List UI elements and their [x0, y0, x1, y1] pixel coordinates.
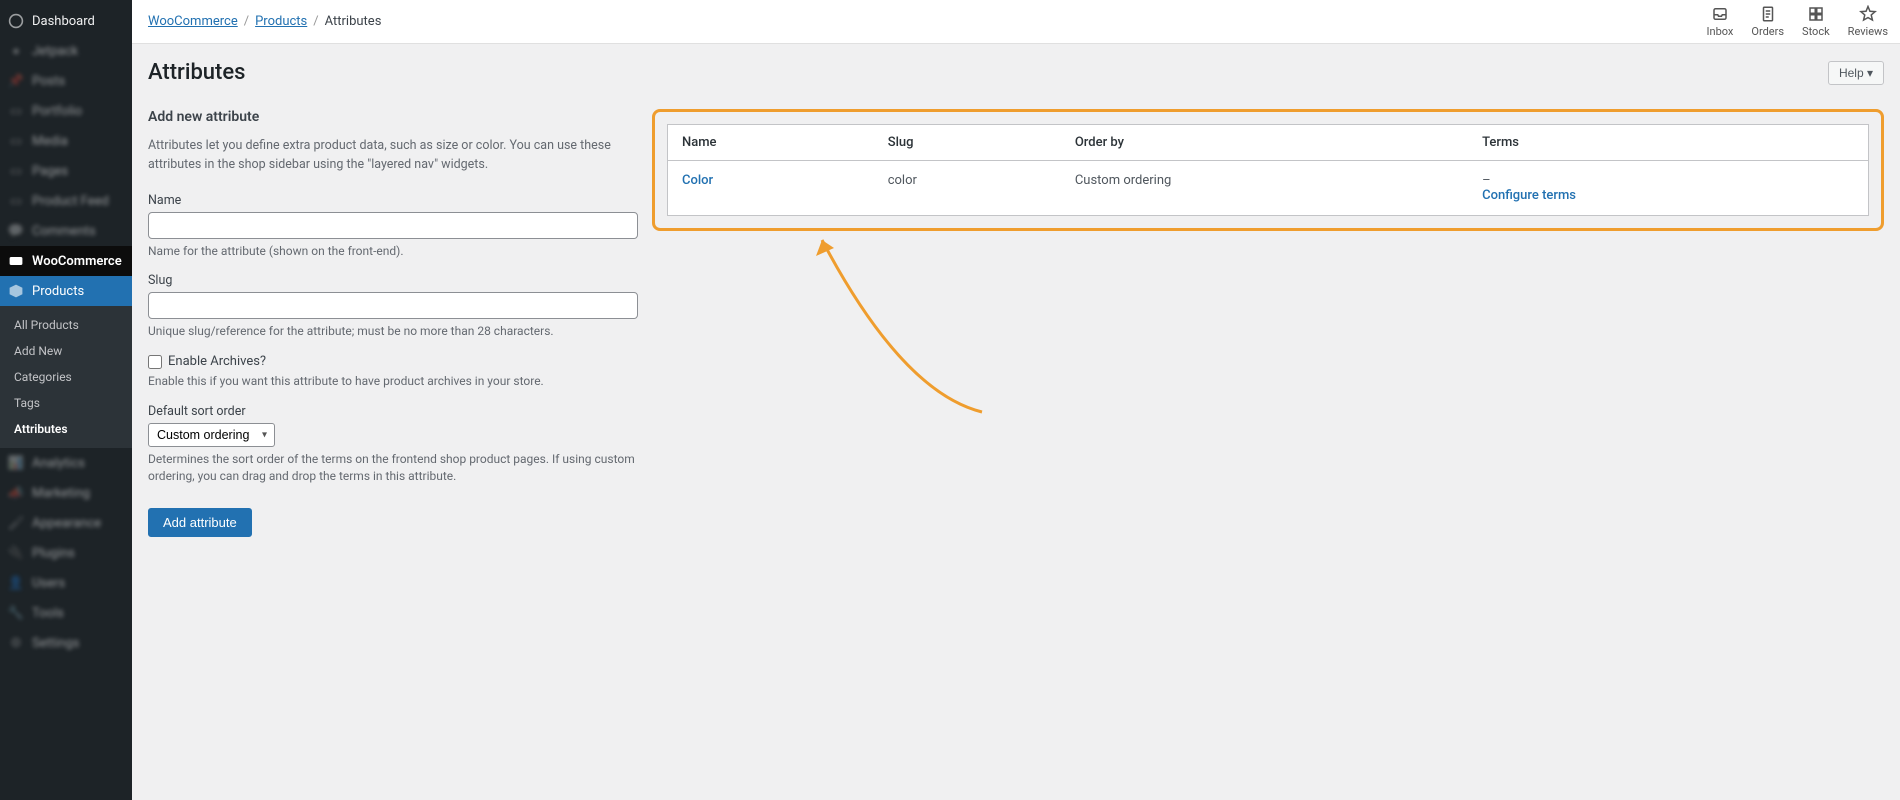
sidebar-item-comments[interactable]: 💬Comments: [0, 216, 132, 246]
sidebar-item-users[interactable]: 👤Users: [0, 568, 132, 598]
add-attribute-form: Add new attribute Attributes let you def…: [148, 109, 638, 537]
sidebar-item-products[interactable]: Products: [0, 276, 132, 306]
submenu-tags[interactable]: Tags: [0, 390, 132, 416]
woo-icon: [8, 253, 24, 269]
attribute-slug: color: [874, 161, 1061, 216]
activity-orders[interactable]: Orders: [1751, 5, 1784, 38]
form-intro: Attributes let you define extra product …: [148, 137, 638, 175]
star-icon: [1859, 5, 1877, 23]
inbox-icon: [1711, 5, 1729, 23]
page-title: Attributes: [148, 60, 245, 85]
sidebar-item-productfeed[interactable]: ▭Product Feed: [0, 186, 132, 216]
sidebar-item-media[interactable]: ▭Media: [0, 126, 132, 156]
attribute-order: Custom ordering: [1061, 161, 1468, 216]
media-icon: ▭: [8, 133, 24, 149]
chart-icon: 📊: [8, 455, 24, 471]
admin-sidebar: Dashboard ●Jetpack 📌Posts ▭Portfolio ▭Me…: [0, 0, 132, 800]
slug-hint: Unique slug/reference for the attribute;…: [148, 323, 638, 340]
dashboard-icon: [8, 13, 24, 29]
form-heading: Add new attribute: [148, 109, 638, 125]
activity-inbox[interactable]: Inbox: [1707, 5, 1734, 38]
breadcrumb-woocommerce[interactable]: WooCommerce: [148, 14, 238, 29]
attribute-name-link[interactable]: Color: [682, 173, 713, 188]
archives-hint: Enable this if you want this attribute t…: [148, 373, 638, 390]
activity-reviews[interactable]: Reviews: [1848, 5, 1888, 38]
sidebar-item-settings[interactable]: ⚙Settings: [0, 628, 132, 658]
sidebar-label: Products: [32, 284, 84, 299]
sidebar-item-jetpack[interactable]: ●Jetpack: [0, 36, 132, 66]
brush-icon: 🖌: [8, 515, 24, 531]
top-bar: WooCommerce / Products / Attributes Inbo…: [132, 0, 1900, 44]
products-icon: [8, 283, 24, 299]
submenu-categories[interactable]: Categories: [0, 364, 132, 390]
sidebar-label: Dashboard: [32, 14, 95, 29]
sidebar-item-posts[interactable]: 📌Posts: [0, 66, 132, 96]
help-toggle[interactable]: Help ▾: [1828, 61, 1884, 85]
pin-icon: 📌: [8, 73, 24, 89]
th-terms: Terms: [1468, 125, 1868, 161]
wrench-icon: 🔧: [8, 605, 24, 621]
comment-icon: 💬: [8, 223, 24, 239]
sort-hint: Determines the sort order of the terms o…: [148, 451, 638, 485]
sidebar-item-portfolio[interactable]: ▭Portfolio: [0, 96, 132, 126]
submenu-add-new[interactable]: Add New: [0, 338, 132, 364]
configure-terms-link[interactable]: Configure terms: [1482, 188, 1576, 203]
activity-stock[interactable]: Stock: [1802, 5, 1830, 38]
breadcrumb: WooCommerce / Products / Attributes: [148, 14, 381, 29]
sidebar-item-woocommerce[interactable]: WooCommerce: [0, 246, 132, 276]
sort-order-select[interactable]: Custom ordering: [148, 423, 275, 447]
folder-icon: ▭: [8, 103, 24, 119]
sort-label: Default sort order: [148, 404, 638, 419]
products-submenu: All Products Add New Categories Tags Att…: [0, 306, 132, 448]
enable-archives-label: Enable Archives?: [168, 354, 266, 369]
megaphone-icon: 📣: [8, 485, 24, 501]
th-name: Name: [668, 125, 874, 161]
name-input[interactable]: [148, 212, 638, 239]
sidebar-item-analytics[interactable]: 📊Analytics: [0, 448, 132, 478]
sidebar-item-plugins[interactable]: 🔌Plugins: [0, 538, 132, 568]
user-icon: 👤: [8, 575, 24, 591]
generic-icon: ●: [8, 43, 24, 59]
sidebar-item-marketing[interactable]: 📣Marketing: [0, 478, 132, 508]
slug-input[interactable]: [148, 292, 638, 319]
terms-dash: –: [1482, 173, 1491, 188]
name-label: Name: [148, 193, 638, 208]
plug-icon: 🔌: [8, 545, 24, 561]
name-hint: Name for the attribute (shown on the fro…: [148, 243, 638, 260]
orders-icon: [1759, 5, 1777, 23]
submenu-all-products[interactable]: All Products: [0, 312, 132, 338]
sidebar-item-appearance[interactable]: 🖌Appearance: [0, 508, 132, 538]
activity-bar: Inbox Orders Stock Reviews: [1707, 5, 1888, 38]
attributes-table-highlight: Name Slug Order by Terms Color color: [652, 109, 1884, 231]
gear-icon: ⚙: [8, 635, 24, 651]
breadcrumb-current: Attributes: [325, 14, 382, 29]
feed-icon: ▭: [8, 193, 24, 209]
attributes-table: Name Slug Order by Terms Color color: [667, 124, 1869, 216]
sidebar-item-dashboard[interactable]: Dashboard: [0, 6, 132, 36]
stock-icon: [1807, 5, 1825, 23]
enable-archives-checkbox[interactable]: [148, 355, 162, 369]
slug-label: Slug: [148, 273, 638, 288]
add-attribute-button[interactable]: Add attribute: [148, 508, 252, 537]
table-row: Color color Custom ordering – Configure …: [668, 161, 1869, 216]
breadcrumb-products[interactable]: Products: [255, 14, 307, 29]
submenu-attributes[interactable]: Attributes: [0, 416, 132, 442]
th-order: Order by: [1061, 125, 1468, 161]
sidebar-label: WooCommerce: [32, 254, 122, 269]
page-icon: ▭: [8, 163, 24, 179]
sidebar-item-tools[interactable]: 🔧Tools: [0, 598, 132, 628]
th-slug: Slug: [874, 125, 1061, 161]
sidebar-item-pages[interactable]: ▭Pages: [0, 156, 132, 186]
